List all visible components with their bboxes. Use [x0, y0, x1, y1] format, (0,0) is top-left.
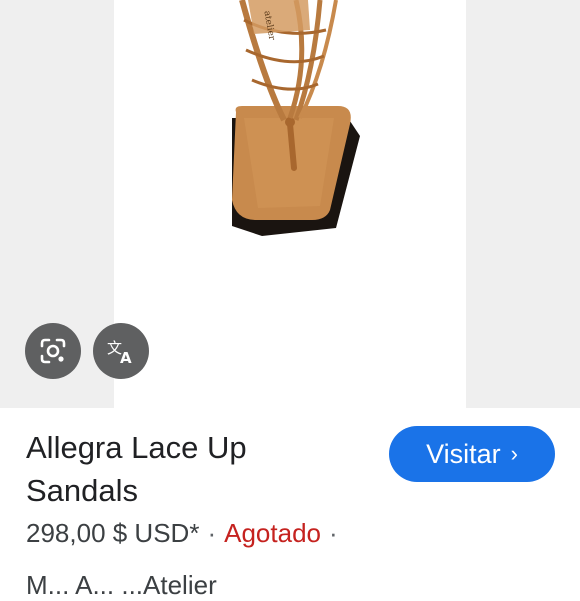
product-image-card[interactable]: atelier — [114, 0, 466, 408]
chevron-right-icon: › — [510, 441, 518, 466]
google-lens-icon — [40, 338, 66, 364]
product-title: Allegra Lace Up Sandals — [26, 430, 247, 508]
google-lens-button[interactable] — [25, 323, 81, 379]
seller-name: M... A... ...Atelier — [26, 570, 217, 600]
product-price: 298,00 $ USD* — [26, 518, 200, 548]
visit-button-label: Visitar — [426, 438, 501, 469]
product-image-area[interactable]: atelier 文 A — [0, 0, 580, 408]
sandal-image: atelier — [232, 0, 360, 236]
visit-button[interactable]: Visitar › — [389, 426, 555, 482]
translate-icon: 文 A — [107, 339, 132, 366]
separator-dot: · — [329, 518, 338, 548]
separator-dot: · — [207, 518, 217, 548]
stock-status: Agotado — [224, 518, 321, 548]
price-row: 298,00 $ USD* · Agotado · — [26, 518, 346, 549]
product-info-panel: Allegra Lace Up Sandals Visitar › 298,00… — [0, 408, 580, 600]
svg-text:A: A — [120, 349, 132, 366]
translate-button[interactable]: 文 A — [93, 323, 149, 379]
